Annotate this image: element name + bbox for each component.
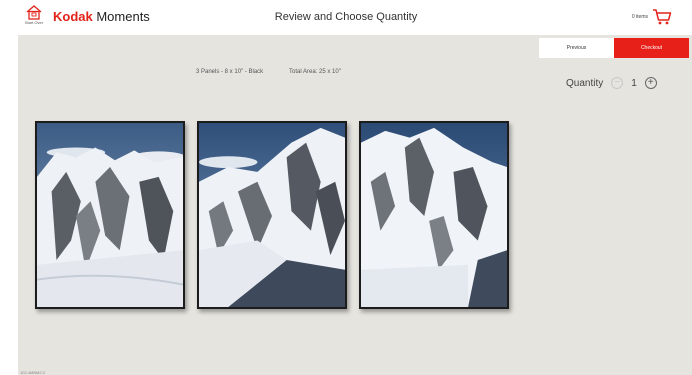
total-area: Total Area: 25 x 10": [289, 69, 341, 75]
main-content: Previous Checkout 3 Panels - 8 x 10" - B…: [18, 35, 692, 375]
page-title: Review and Choose Quantity: [274, 11, 418, 23]
mountain-image-1: [37, 123, 183, 307]
panels-description: 3 Panels - 8 x 10" - Black: [196, 69, 264, 75]
mountain-image-3: [361, 123, 507, 307]
decrease-quantity-button[interactable]: −: [611, 77, 624, 89]
quantity-stepper: Quantity − 1 +: [566, 77, 657, 89]
increase-quantity-button[interactable]: +: [644, 77, 657, 89]
header: Start Over Kodak Moments Review and Choo…: [0, 0, 692, 35]
canvas-panel-2: [197, 121, 347, 309]
cart-button[interactable]: 0 items: [632, 6, 672, 28]
previous-button[interactable]: Previous: [539, 38, 614, 58]
version-note: 102.4MBM2.0: [20, 370, 45, 375]
mountain-image-2: [199, 123, 345, 307]
quantity-label: Quantity: [566, 77, 604, 89]
cart-count: 0 items: [631, 14, 648, 20]
quantity-value: 1: [631, 77, 637, 89]
checkout-button[interactable]: Checkout: [614, 38, 689, 58]
cart-icon: [653, 9, 672, 25]
canvas-panel-3: [359, 121, 509, 309]
canvas-panel-1: [35, 121, 185, 309]
